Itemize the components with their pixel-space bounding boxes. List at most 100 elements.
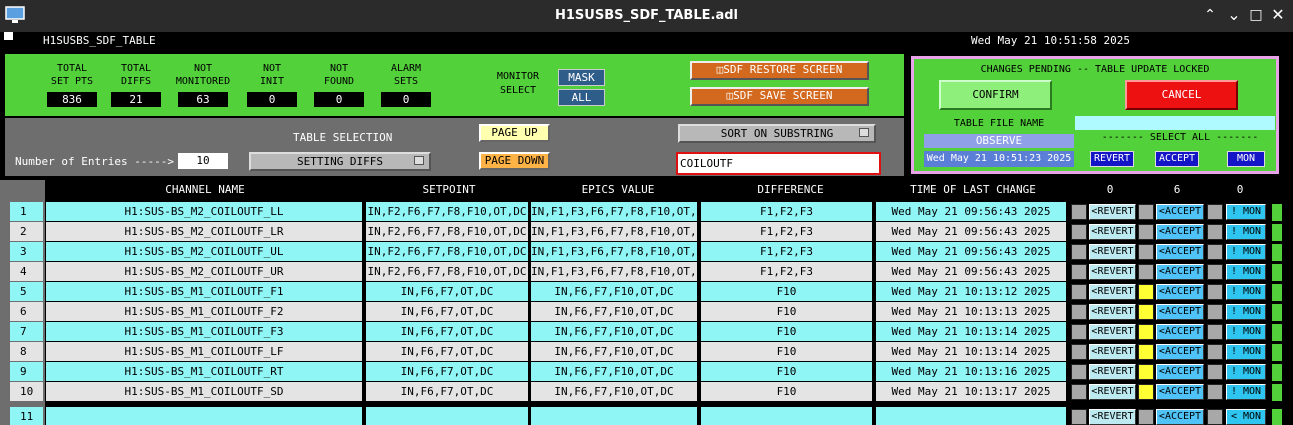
page-up-button[interactable]: PAGE UP — [479, 124, 550, 142]
stat-value: 63 — [178, 92, 228, 107]
table-file-name-field[interactable] — [1075, 116, 1275, 130]
revert-button[interactable]: <REVERT — [1089, 224, 1136, 240]
accept-checkbox[interactable] — [1138, 409, 1154, 425]
mon-checkbox[interactable] — [1207, 204, 1223, 220]
revert-button[interactable]: <REVERT — [1089, 244, 1136, 260]
mon-button[interactable]: ! MON — [1226, 264, 1266, 280]
accept-checkbox[interactable] — [1138, 244, 1154, 260]
accept-button[interactable]: <ACCEPT — [1156, 204, 1204, 220]
mon-button[interactable]: ! MON — [1226, 344, 1266, 360]
mon-button[interactable]: ! MON — [1226, 244, 1266, 260]
accept-checkbox[interactable] — [1138, 284, 1154, 300]
revert-checkbox[interactable] — [1071, 344, 1087, 360]
mon-button[interactable]: ! MON — [1226, 304, 1266, 320]
row-number: 11 — [10, 407, 43, 425]
maximize-icon[interactable]: □ — [1249, 8, 1263, 22]
mon-button[interactable]: ! MON — [1226, 204, 1266, 220]
sdf-save-screen-button[interactable]: ◫SDF SAVE SCREEN — [690, 87, 869, 106]
accept-button[interactable]: <ACCEPT — [1156, 284, 1204, 300]
all-button[interactable]: ALL — [558, 89, 605, 106]
revert-button[interactable]: <REVERT — [1089, 344, 1136, 360]
revert-checkbox[interactable] — [1071, 284, 1087, 300]
select-all-mon-button[interactable]: MON — [1227, 151, 1265, 167]
revert-checkbox[interactable] — [1071, 224, 1087, 240]
minimize-icon[interactable]: ⌃ — [1203, 8, 1217, 22]
mon-checkbox[interactable] — [1207, 384, 1223, 400]
sdf-restore-screen-button[interactable]: ◫SDF RESTORE SCREEN — [690, 61, 869, 80]
revert-button[interactable]: <REVERT — [1089, 364, 1136, 380]
confirm-button[interactable]: CONFIRM — [939, 80, 1052, 110]
revert-button[interactable]: <REVERT — [1089, 384, 1136, 400]
mask-button[interactable]: MASK — [558, 69, 605, 86]
row-number: 5 — [10, 282, 43, 301]
epics-value: IN,F1,F3,F6,F7,F8,F10,OT,DC — [531, 202, 697, 221]
entries-field[interactable]: 10 — [178, 153, 228, 169]
status-indicator — [1272, 224, 1282, 241]
accept-checkbox[interactable] — [1138, 224, 1154, 240]
accept-button[interactable]: <ACCEPT — [1156, 224, 1204, 240]
accept-button[interactable]: <ACCEPT — [1156, 344, 1204, 360]
accept-checkbox[interactable] — [1138, 204, 1154, 220]
mon-checkbox[interactable] — [1207, 304, 1223, 320]
select-all-revert-button[interactable]: REVERT — [1090, 151, 1134, 167]
table-row: 2 H1:SUS-BS_M2_COILOUTF_LR IN,F2,F6,F7,F8,… — [0, 222, 1293, 241]
col-revert-count: 0 — [1106, 183, 1114, 196]
revert-checkbox[interactable] — [1071, 244, 1087, 260]
mon-checkbox[interactable] — [1207, 244, 1223, 260]
mon-checkbox[interactable] — [1207, 409, 1223, 425]
revert-button[interactable]: <REVERT — [1089, 204, 1136, 220]
close-icon[interactable]: ✕ — [1271, 7, 1285, 23]
accept-checkbox[interactable] — [1138, 384, 1154, 400]
revert-checkbox[interactable] — [1071, 264, 1087, 280]
mon-checkbox[interactable] — [1207, 284, 1223, 300]
mon-checkbox[interactable] — [1207, 264, 1223, 280]
revert-button[interactable]: <REVERT — [1089, 304, 1136, 320]
mon-checkbox[interactable] — [1207, 344, 1223, 360]
accept-button[interactable]: <ACCEPT — [1156, 409, 1204, 425]
page-down-button[interactable]: PAGE DOWN — [479, 152, 550, 170]
accept-checkbox[interactable] — [1138, 344, 1154, 360]
accept-checkbox[interactable] — [1138, 364, 1154, 380]
mon-checkbox[interactable] — [1207, 324, 1223, 340]
channel-name: H1:SUS-BS_M1_COILOUTF_RT — [46, 362, 362, 381]
revert-checkbox[interactable] — [1071, 364, 1087, 380]
accept-checkbox[interactable] — [1138, 264, 1154, 280]
revert-button[interactable]: <REVERT — [1089, 324, 1136, 340]
accept-button[interactable]: <ACCEPT — [1156, 364, 1204, 380]
changes-pending-panel: CHANGES PENDING -- TABLE UPDATE LOCKED C… — [911, 56, 1279, 174]
stat-label: TOTAL DIFFS — [120, 63, 152, 87]
table-selection-dropdown[interactable]: SETTING DIFFS — [249, 152, 431, 171]
revert-checkbox[interactable] — [1071, 204, 1087, 220]
revert-checkbox[interactable] — [1071, 384, 1087, 400]
cancel-button[interactable]: CANCEL — [1125, 80, 1238, 110]
mon-button[interactable]: ! MON — [1226, 284, 1266, 300]
channel-name: H1:SUS-BS_M1_COILOUTF_SD — [46, 382, 362, 401]
accept-checkbox[interactable] — [1138, 304, 1154, 320]
revert-button[interactable]: <REVERT — [1089, 409, 1136, 425]
revert-checkbox[interactable] — [1071, 304, 1087, 320]
accept-button[interactable]: <ACCEPT — [1156, 324, 1204, 340]
substring-input[interactable]: COILOUTF — [676, 152, 881, 175]
revert-button[interactable]: <REVERT — [1089, 264, 1136, 280]
revert-checkbox[interactable] — [1071, 409, 1087, 425]
accept-button[interactable]: <ACCEPT — [1156, 244, 1204, 260]
select-all-accept-button[interactable]: ACCEPT — [1155, 151, 1199, 167]
accept-button[interactable]: <ACCEPT — [1156, 304, 1204, 320]
revert-checkbox[interactable] — [1071, 324, 1087, 340]
mon-button[interactable]: ! MON — [1226, 224, 1266, 240]
sort-substring-dropdown[interactable]: SORT ON SUBSTRING — [678, 124, 876, 143]
accept-button[interactable]: <ACCEPT — [1156, 384, 1204, 400]
epics-value: IN,F1,F3,F6,F7,F8,F10,OT,DC — [531, 262, 697, 281]
mon-button[interactable]: ! MON — [1226, 364, 1266, 380]
table-row: 4 H1:SUS-BS_M2_COILOUTF_UR IN,F2,F6,F7,F8,… — [0, 262, 1293, 281]
mon-checkbox[interactable] — [1207, 364, 1223, 380]
accept-checkbox[interactable] — [1138, 324, 1154, 340]
restore-down-icon[interactable]: ⌄ — [1227, 7, 1241, 23]
accept-button[interactable]: <ACCEPT — [1156, 264, 1204, 280]
channel-name: H1:SUS-BS_M2_COILOUTF_LL — [46, 202, 362, 221]
mon-button[interactable]: < MON — [1226, 409, 1266, 425]
mon-button[interactable]: ! MON — [1226, 324, 1266, 340]
revert-button[interactable]: <REVERT — [1089, 284, 1136, 300]
mon-checkbox[interactable] — [1207, 224, 1223, 240]
mon-button[interactable]: ! MON — [1226, 384, 1266, 400]
